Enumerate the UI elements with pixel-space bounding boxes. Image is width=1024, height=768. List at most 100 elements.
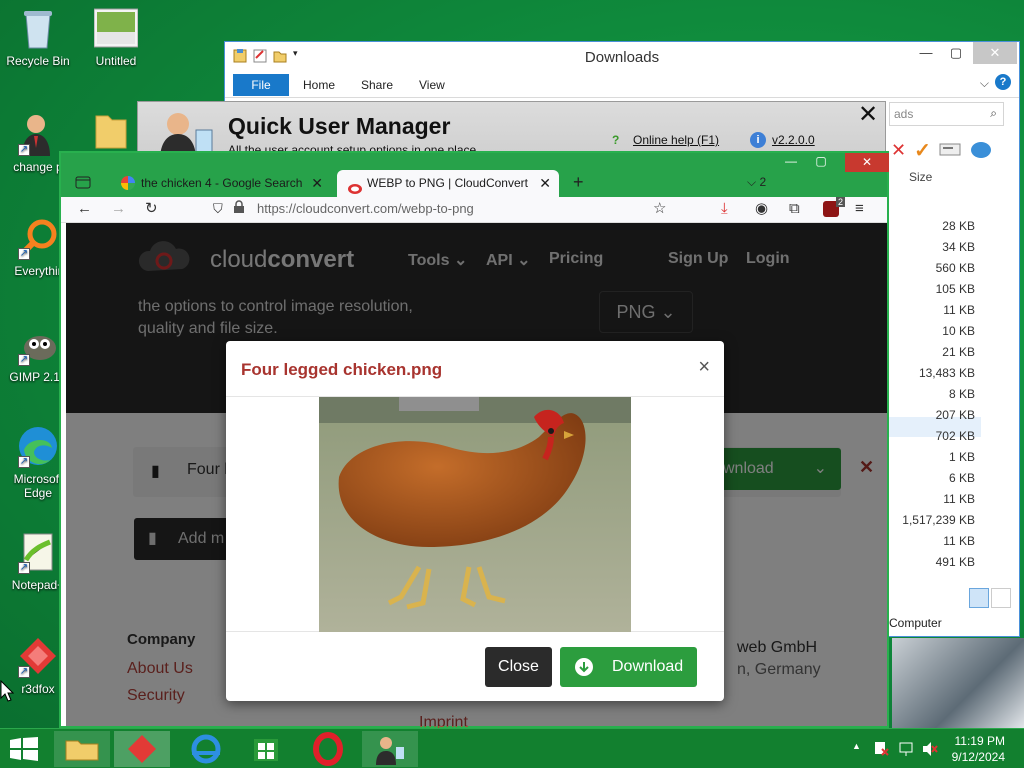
close-button[interactable]: ✕ (973, 42, 1017, 64)
extension-badge: 2 (835, 197, 845, 207)
user-manager-icon: ↗ (16, 112, 60, 156)
back-icon[interactable]: ← (77, 200, 92, 218)
shortcut-arrow-icon: ↗ (18, 354, 30, 366)
large-icons-view-icon[interactable] (991, 588, 1011, 608)
file-size: 6 KB (948, 471, 975, 485)
search-input[interactable]: ads ⌕ (889, 102, 1004, 126)
taskbar-store[interactable] (238, 731, 294, 767)
desktop-icon-recycle-bin[interactable]: Recycle Bin (0, 6, 76, 68)
folder-icon[interactable] (94, 108, 128, 150)
new-tab-icon[interactable]: + (573, 172, 584, 193)
taskbar-internet-explorer[interactable] (178, 731, 234, 767)
file-size: 34 KB (942, 240, 975, 254)
extensions-icon[interactable]: ⧉ (789, 200, 800, 218)
shield-icon[interactable]: ⛉ (213, 200, 223, 218)
taskbar-quick-user-manager[interactable] (362, 731, 418, 767)
tab-share[interactable]: Share (361, 76, 393, 94)
edge-browser-icon: ↗ (16, 424, 60, 468)
search-placeholder: ads (894, 107, 914, 121)
drive-icon[interactable] (939, 141, 961, 160)
info-icon: i (750, 132, 766, 148)
maximize-button[interactable]: ▢ (941, 42, 971, 64)
chevron-down-icon[interactable]: ⌵ (980, 76, 989, 91)
status-location: Computer (889, 616, 942, 630)
file-size: 13,483 KB (918, 366, 975, 380)
reload-icon[interactable]: ↻ (145, 200, 158, 218)
tab-strip: — ▢ ✕ the chicken 4 - Google Search ✕ WE… (61, 153, 889, 197)
close-icon[interactable]: ✕ (858, 102, 878, 128)
tab-close-icon[interactable]: ✕ (311, 170, 323, 197)
tab-label: the chicken 4 - Google Search (141, 176, 303, 190)
volume-muted-icon[interactable] (922, 741, 938, 760)
forward-icon[interactable]: → (111, 200, 126, 218)
help-question-icon: ? (612, 133, 620, 147)
downloads-icon[interactable]: ⤓ (721, 200, 728, 218)
help-icon[interactable]: ? (995, 74, 1011, 90)
notepad-plus-plus-icon: ↗ (16, 530, 60, 574)
tab-google-search[interactable]: the chicken 4 - Google Search ✕ (111, 170, 331, 197)
close-icon[interactable]: × (698, 356, 710, 379)
taskbar-opera[interactable] (300, 731, 356, 767)
modal-close-button[interactable]: Close (485, 647, 552, 687)
desktop-icon-untitled[interactable]: Untitled (78, 6, 154, 68)
taskbar-file-explorer[interactable] (54, 731, 110, 767)
file-size: 21 KB (942, 345, 975, 359)
toolbar-strip: ✕ ✓ (889, 136, 1019, 164)
show-hidden-icons-icon[interactable]: ▲ (852, 741, 861, 751)
tab-view[interactable]: View (419, 76, 445, 94)
modal-body (226, 396, 724, 632)
shortcut-arrow-icon: ↗ (18, 666, 30, 678)
file-size: 1 KB (948, 450, 975, 464)
online-help-link[interactable]: Online help (F1) (633, 133, 719, 147)
size-column-header[interactable]: Size (909, 170, 932, 184)
search-icon: ⌕ (990, 106, 997, 120)
file-size: 10 KB (942, 324, 975, 338)
mouse-cursor-icon (0, 679, 15, 707)
tab-cloudconvert[interactable]: WEBP to PNG | CloudConvert ✕ (337, 170, 559, 197)
tab-overview-icon[interactable] (75, 175, 91, 192)
shortcut-arrow-icon: ↗ (18, 144, 30, 156)
r3dfox-icon: ↗ (16, 634, 60, 678)
network-tray-icon[interactable] (898, 741, 914, 760)
check-icon[interactable]: ✓ (914, 138, 931, 163)
ublock-icon[interactable]: 2 (823, 197, 845, 217)
desktop-icon-label: Recycle Bin (6, 54, 70, 68)
shortcut-arrow-icon: ↗ (18, 248, 30, 260)
chicken-image (319, 397, 631, 632)
maximize-button[interactable]: ▢ (807, 153, 835, 170)
close-button[interactable]: ✕ (845, 153, 889, 172)
file-size: 560 KB (935, 261, 975, 275)
tab-label: WEBP to PNG | CloudConvert (367, 176, 528, 190)
tab-home[interactable]: Home (303, 76, 335, 94)
action-center-icon[interactable] (874, 741, 890, 760)
google-icon (121, 176, 135, 190)
details-view-icon[interactable] (969, 588, 989, 608)
url-input[interactable]: https://cloudconvert.com/webp-to-png (257, 201, 474, 216)
file-size: 8 KB (948, 387, 975, 401)
bookmark-star-icon[interactable]: ☆ (653, 200, 666, 218)
minimize-button[interactable]: — (911, 42, 941, 64)
tab-list-button[interactable]: ⌵ 2 (747, 175, 766, 190)
modal-download-button[interactable]: Download (560, 647, 697, 687)
size-list: 28 KB 34 KB 560 KB 105 KB 11 KB 10 KB 21… (902, 216, 975, 573)
tab-count: 2 (759, 175, 767, 189)
lock-icon[interactable] (233, 200, 245, 219)
tab-close-icon[interactable]: ✕ (539, 170, 551, 197)
account-icon[interactable]: ◉ (755, 200, 768, 218)
minimize-button[interactable]: — (777, 153, 805, 170)
taskbar-r3dfox[interactable] (114, 731, 170, 767)
file-size: 28 KB (942, 219, 975, 233)
system-clock[interactable]: 11:19 PM 9/12/2024 (952, 733, 1005, 765)
taskbar: ▲ 11:19 PM 9/12/2024 (0, 728, 1024, 768)
menu-icon[interactable]: ≡ (855, 200, 864, 218)
download-button-label: Download (612, 658, 684, 675)
gimp-icon: ↗ (16, 322, 60, 366)
file-size: 11 KB (943, 492, 975, 506)
start-button[interactable] (10, 737, 38, 764)
version-link[interactable]: v2.2.0.0 (772, 133, 815, 147)
wallpaper-window-fragment (892, 638, 1024, 728)
file-size: 207 KB (935, 408, 975, 422)
delete-icon[interactable]: ✕ (891, 140, 906, 161)
network-icon[interactable] (969, 139, 993, 162)
tab-file[interactable]: File (233, 74, 289, 96)
